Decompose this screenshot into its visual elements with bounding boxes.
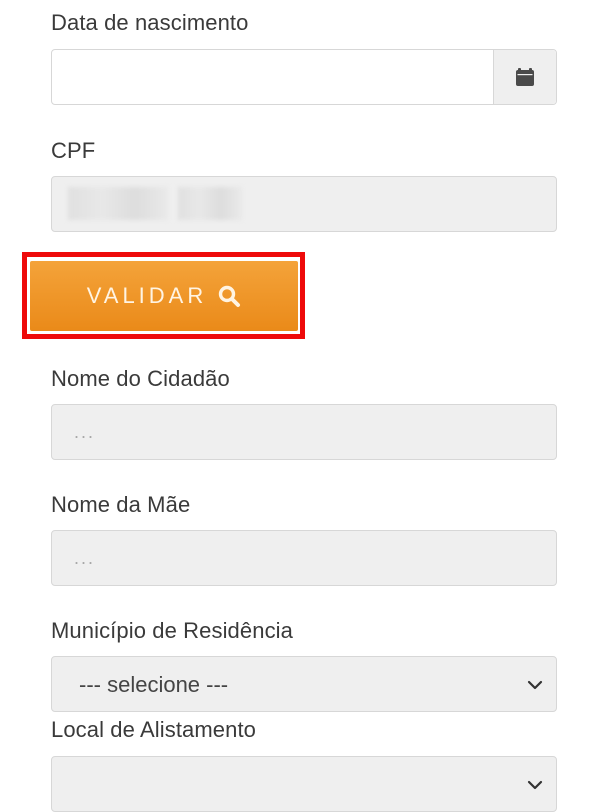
enlistment-select[interactable]	[51, 756, 557, 812]
validar-button[interactable]: VALIDAR	[30, 261, 298, 331]
municipality-select[interactable]: --- selecione ---	[51, 656, 557, 712]
chevron-down-icon	[527, 680, 543, 690]
mother-name-input[interactable]: ...	[51, 530, 557, 586]
citizen-name-placeholder: ...	[74, 422, 96, 442]
mother-name-placeholder: ...	[74, 548, 96, 568]
birth-date-input[interactable]	[51, 49, 557, 105]
citizen-name-input[interactable]: ...	[51, 404, 557, 460]
mother-name-label: Nome da Mãe	[51, 492, 191, 517]
municipality-label: Município de Residência	[51, 618, 293, 643]
citizen-name-label: Nome do Cidadão	[51, 366, 230, 391]
enlistment-label: Local de Alistamento	[51, 717, 257, 742]
validar-label: VALIDAR	[86, 283, 208, 308]
birth-date-label: Data de nascimento	[51, 10, 249, 35]
municipality-selected: --- selecione ---	[79, 672, 229, 697]
calendar-button[interactable]	[493, 50, 556, 104]
chevron-down-icon	[527, 780, 543, 790]
cpf-redacted-value	[68, 187, 168, 220]
cpf-redacted-value	[178, 187, 242, 220]
calendar-icon	[516, 68, 534, 86]
search-icon	[219, 285, 241, 307]
cpf-input[interactable]	[51, 176, 557, 232]
cpf-label: CPF	[51, 138, 96, 163]
